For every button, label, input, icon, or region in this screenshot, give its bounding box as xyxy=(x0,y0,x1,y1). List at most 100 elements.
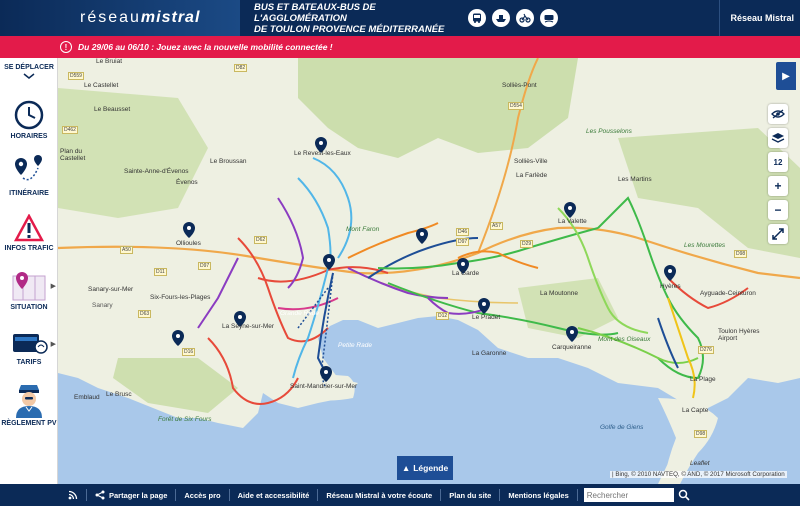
footer-link-aide[interactable]: Aide et accessibilité xyxy=(230,489,319,501)
chevron-right-icon: ▶ xyxy=(50,341,56,348)
map-place-label: Mont Faron xyxy=(346,226,380,233)
map-place-label: Le Pradet xyxy=(472,314,501,321)
footer-link-plan-du-site[interactable]: Plan du site xyxy=(441,489,501,501)
road-tag: D98 xyxy=(734,250,748,258)
map-place-label: Le Castellet xyxy=(84,82,119,89)
footer-link-mentions-legales[interactable]: Mentions légales xyxy=(500,489,578,501)
bike-icon[interactable] xyxy=(516,9,534,27)
sidebar: SE DÉPLACER HORAIRES ITINÉRAIRE INFOS TR… xyxy=(0,58,58,484)
road-tag: D554 xyxy=(508,102,524,110)
sidebar-item-label: HORAIRES xyxy=(10,133,48,140)
boat-icon[interactable] xyxy=(492,9,510,27)
clock-icon xyxy=(14,100,44,130)
fullscreen-button[interactable] xyxy=(768,224,788,244)
map-place-label: Toulon Hyères Airport xyxy=(718,328,760,342)
map-controls: 12 + − xyxy=(767,104,789,244)
map-place-label: Golfe de Giens xyxy=(600,424,644,431)
zoom-out-button[interactable]: − xyxy=(768,200,788,220)
alert-text: Du 29/06 au 06/10 : Jouez avec la nouvel… xyxy=(78,42,333,52)
map-place-label: Solliès-Pont xyxy=(502,82,537,89)
tagline-line1: BUS ET BATEAUX-BUS DE L'AGGLOMÉRATION xyxy=(254,1,376,24)
map-place-label: Forêt de Six Fours xyxy=(158,416,212,423)
eye-slash-icon xyxy=(771,109,785,119)
road-tag: D98 xyxy=(694,430,708,438)
sidebar-item-label: ITINÉRAIRE xyxy=(9,190,49,197)
legend-button[interactable]: ▲ Légende xyxy=(397,456,453,480)
alert-banner[interactable]: ! Du 29/06 au 06/10 : Jouez avec la nouv… xyxy=(0,36,800,58)
road-tag: A57 xyxy=(490,222,503,230)
share-link[interactable]: Partager la page xyxy=(87,489,177,501)
map-place-label: Le Broussan xyxy=(210,158,247,165)
sidebar-item-itineraire[interactable]: ITINÉRAIRE xyxy=(0,154,58,197)
footer: Partager la page Accès pro Aide et acces… xyxy=(0,484,800,506)
visibility-toggle-button[interactable] xyxy=(768,104,788,124)
logo[interactable]: réseaumistral xyxy=(0,0,240,36)
transport-mode-icons xyxy=(468,9,558,27)
sidebar-item-label: RÈGLEMENT PV xyxy=(1,420,57,427)
search-icon[interactable] xyxy=(678,489,690,501)
road-tag: D12 xyxy=(436,312,450,320)
ticket-card-icon xyxy=(13,334,48,354)
map-place-label: La Plage xyxy=(690,376,716,383)
chevron-down-icon xyxy=(23,73,35,79)
expand-panel-button[interactable]: ▶ xyxy=(776,62,796,90)
map-place-label: Plan du Castellet xyxy=(60,148,86,162)
map-place-label: Le Revest-les-Eaux xyxy=(294,150,351,157)
map-attribution: | Bing, © 2010 NAVTEQ, © AND, © 2017 Mic… xyxy=(610,471,787,478)
chevron-up-icon: ▲ xyxy=(401,463,411,473)
sidebar-item-label: SITUATION xyxy=(10,304,48,311)
map-place-label: La Valette xyxy=(558,218,587,225)
map-place-label: La Farlède xyxy=(516,172,548,179)
sidebar-item-tarifs[interactable]: TARIFS ▶ xyxy=(0,328,58,366)
sidebar-item-horaires[interactable]: HORAIRES xyxy=(0,100,58,140)
map-place-label: La Garde xyxy=(452,270,480,277)
warning-icon xyxy=(14,214,44,242)
sidebar-item-se-deplacer[interactable]: SE DÉPLACER xyxy=(0,64,58,79)
map-place-label: Grande Rade xyxy=(280,310,320,317)
rss-link[interactable] xyxy=(64,489,87,501)
logo-text-light: réseau xyxy=(80,9,141,26)
search-input[interactable] xyxy=(583,488,674,502)
shuttle-icon[interactable] xyxy=(540,9,558,27)
share-label: Partager la page xyxy=(109,490,168,500)
tagline: BUS ET BATEAUX-BUS DE L'AGGLOMÉRATION DE… xyxy=(254,2,454,35)
share-icon xyxy=(95,490,105,500)
inspector-icon xyxy=(16,385,42,418)
minus-icon: − xyxy=(774,203,782,217)
map-place-label: Six-Fours-les-Plages xyxy=(150,294,211,301)
map-place-label: Hyères xyxy=(660,283,681,290)
legend-label: Légende xyxy=(413,463,449,473)
sidebar-item-label: INFOS TRAFIC xyxy=(4,245,54,252)
road-tag: A50 xyxy=(120,246,133,254)
sidebar-item-situation[interactable]: SITUATION ▶ xyxy=(0,270,58,311)
plus-icon: + xyxy=(774,179,782,193)
road-tag: D82 xyxy=(234,64,248,72)
road-tag: D462 xyxy=(62,126,78,134)
road-tag: D97 xyxy=(198,262,212,270)
layers-button[interactable] xyxy=(768,128,788,148)
map-place-label: La Seyne-sur-Mer xyxy=(222,323,275,330)
map-place-label: La Moutonne xyxy=(540,290,578,297)
road-tag: D63 xyxy=(138,310,152,318)
footer-link-ecoute[interactable]: Réseau Mistral à votre écoute xyxy=(318,489,442,501)
layers-icon xyxy=(771,133,785,143)
chevron-right-icon: ▶ xyxy=(50,283,56,290)
map-place-label: Leaflet xyxy=(690,460,710,467)
map-place-label: Le Brusc xyxy=(106,391,132,398)
road-tag: D16 xyxy=(182,348,196,356)
zoom-in-button[interactable]: + xyxy=(768,176,788,196)
map-place-label: Le Beausset xyxy=(94,106,131,113)
road-tag: D97 xyxy=(456,238,470,246)
zoom-level-indicator: 12 xyxy=(768,152,788,172)
sidebar-item-label: TARIFS xyxy=(16,359,42,366)
map-place-label: Sainte-Anne-d'Évenos xyxy=(124,168,189,175)
sidebar-item-reglement-pv[interactable]: RÈGLEMENT PV xyxy=(0,380,58,427)
sidebar-item-infos-trafic[interactable]: INFOS TRAFIC xyxy=(0,214,58,252)
tagline-line2: DE TOULON PROVENCE MÉDITERRANÉE xyxy=(254,23,445,35)
network-map[interactable]: Le Bruiat Le Castellet Le Beausset Plan … xyxy=(58,58,800,484)
header-network-link[interactable]: Réseau Mistral xyxy=(719,0,800,36)
map-place-label: Petite Rade xyxy=(338,342,372,349)
footer-link-acces-pro[interactable]: Accès pro xyxy=(176,489,230,501)
bus-icon[interactable] xyxy=(468,9,486,27)
road-tag: D29 xyxy=(520,240,534,248)
